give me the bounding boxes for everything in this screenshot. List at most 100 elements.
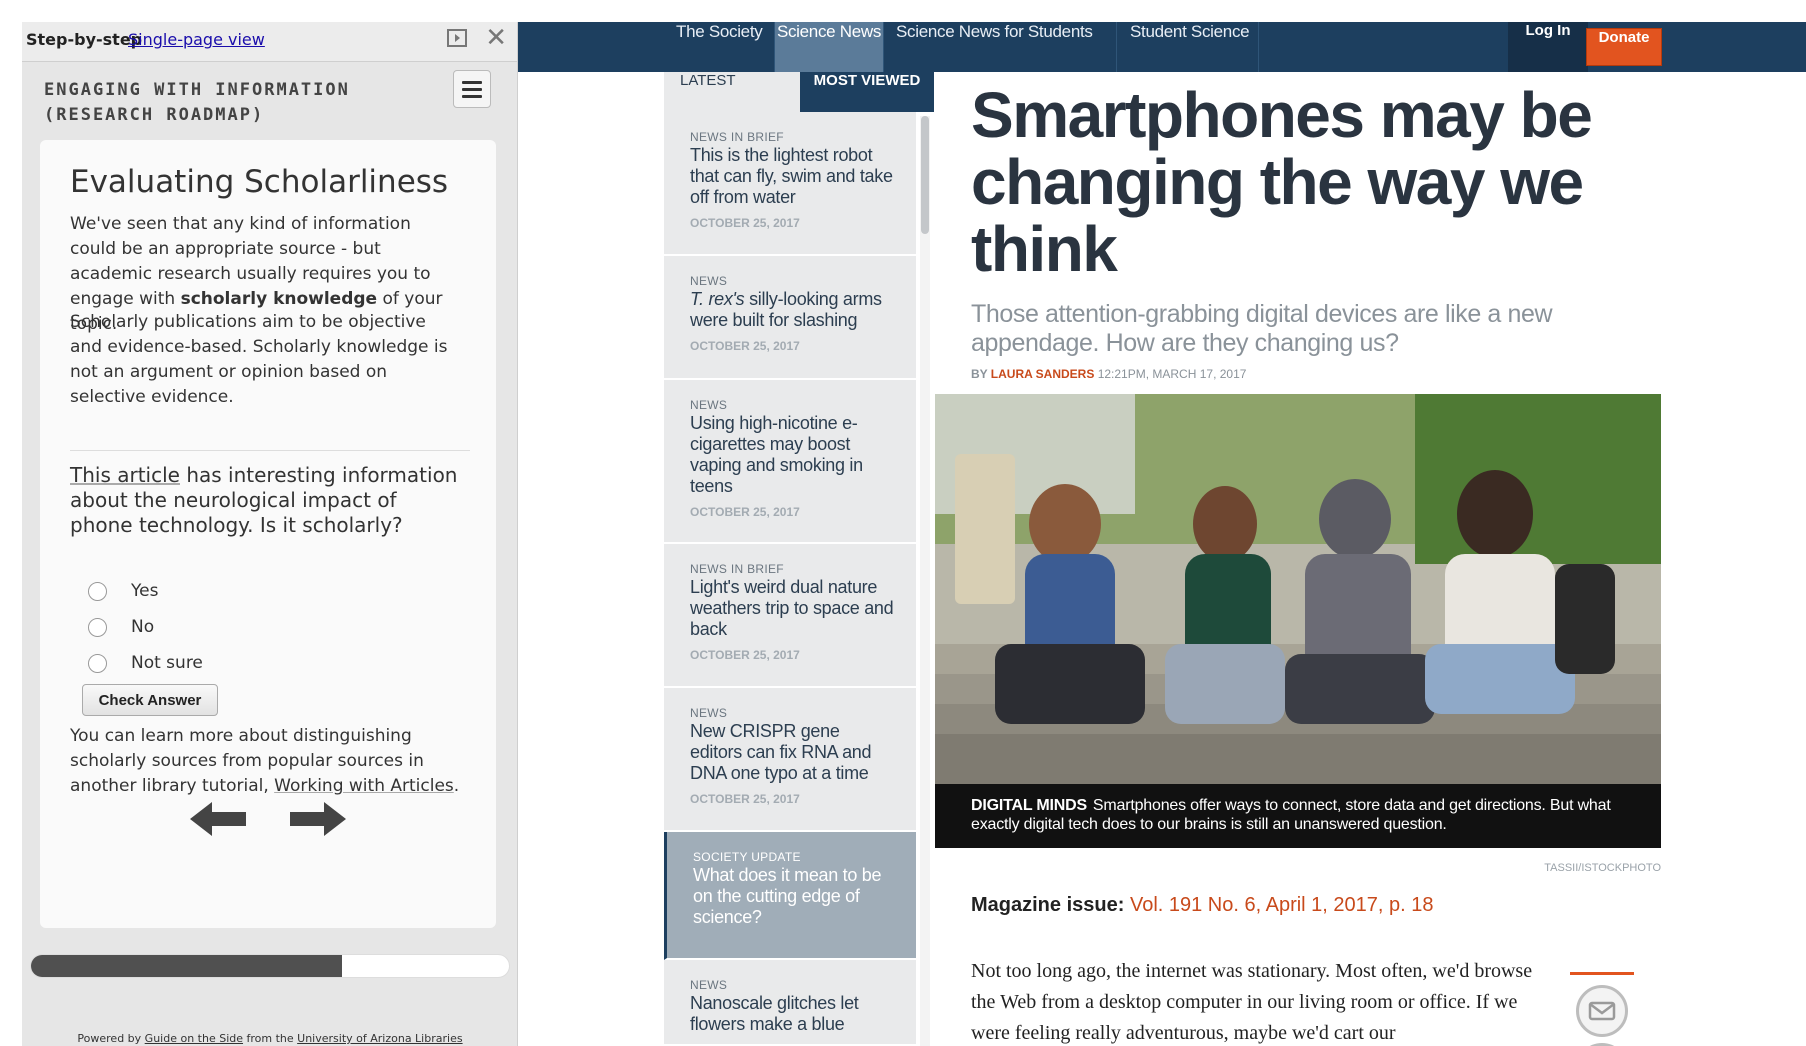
- magazine-label: Magazine issue:: [971, 894, 1125, 916]
- story-list: News in Brief This is the lightest robot…: [664, 112, 916, 1046]
- sidebar-scrollbar[interactable]: [920, 116, 930, 1046]
- magazine-issue-link[interactable]: Vol. 191 No. 6, April 1, 2017, p. 18: [1130, 894, 1434, 916]
- story-date: OCTOBER 25, 2017: [690, 505, 800, 519]
- working-with-articles-link[interactable]: Working with Articles: [274, 776, 454, 796]
- card-heading: Evaluating Scholarliness: [70, 164, 449, 200]
- progress-bar: [30, 954, 510, 978]
- close-icon[interactable]: ✕: [485, 23, 507, 53]
- email-icon: [1588, 1001, 1616, 1021]
- list-item-active[interactable]: Society Update What does it mean to be o…: [664, 832, 916, 960]
- guide-title-line1: ENGAGING WITH INFORMATION: [44, 80, 350, 100]
- radio-not-sure[interactable]: [88, 653, 107, 673]
- site-nav: The Society Science News Science News fo…: [518, 22, 1806, 72]
- guide-panel: Step-by-step Single-page view ✕ ENGAGING…: [22, 22, 518, 1046]
- previous-arrow-icon[interactable]: [190, 802, 246, 836]
- list-item[interactable]: News T. rex's silly-looking arms were bu…: [664, 256, 916, 380]
- list-item[interactable]: News Nanoscale glitches let flowers make…: [664, 960, 916, 1046]
- login-link[interactable]: Log In: [1508, 22, 1588, 72]
- story-title: What does it mean to be on the cutting e…: [693, 865, 882, 927]
- single-page-view-link[interactable]: Single-page view: [128, 30, 265, 49]
- guide-topbar: Step-by-step Single-page view ✕: [22, 22, 517, 62]
- nav-the-society[interactable]: The Society: [676, 22, 763, 72]
- question-text: This article has interesting information…: [70, 463, 462, 538]
- magazine-issue: Magazine issue: Vol. 191 No. 6, April 1,…: [971, 894, 1434, 917]
- learn-more-period: .: [453, 776, 460, 796]
- list-item[interactable]: News Using high-nicotine e-cigarettes ma…: [664, 380, 916, 544]
- photo-caption: DIGITAL MINDS Smartphones offer ways to c…: [935, 784, 1661, 848]
- share-email-button[interactable]: [1576, 985, 1628, 1037]
- most-viewed-sidebar: LATEST MOST VIEWED News in Brief This is…: [664, 72, 934, 1046]
- list-item[interactable]: News in Brief Light's weird dual nature …: [664, 544, 916, 688]
- list-item[interactable]: News New CRISPR gene editors can fix RNA…: [664, 688, 916, 832]
- story-title: T. rex's silly-looking arms were built f…: [690, 289, 896, 331]
- author-link[interactable]: LAURA SANDERS: [991, 367, 1095, 381]
- menu-button[interactable]: [453, 70, 491, 108]
- share-rail: [1570, 972, 1634, 1046]
- intro-bold: scholarly knowledge: [180, 289, 378, 309]
- tab-latest[interactable]: LATEST: [664, 72, 800, 112]
- story-title: This is the lightest robot that can fly,…: [690, 145, 893, 207]
- option-label: Yes: [131, 581, 159, 601]
- article-body: Not too long ago, the internet was stati…: [971, 960, 1533, 1044]
- guide-title: ENGAGING WITH INFORMATION (RESEARCH ROAD…: [44, 78, 424, 128]
- article-dek: Those attention-grabbing digital devices…: [971, 300, 1553, 357]
- nav-science-news[interactable]: Science News: [775, 22, 883, 72]
- guide-titlebar: ENGAGING WITH INFORMATION (RESEARCH ROAD…: [22, 62, 517, 140]
- story-title: Using high-nicotine e-cigarettes may boo…: [690, 413, 863, 496]
- guide-card: Evaluating Scholarliness We've seen that…: [40, 140, 496, 928]
- byline: BY LAURA SANDERS 12:21PM, MARCH 17, 2017: [971, 367, 1246, 381]
- powered-mid: from the: [243, 1032, 298, 1045]
- story-kicker: News: [690, 706, 728, 720]
- hamburger-icon: [462, 81, 482, 84]
- article-headline: Smartphones may be changing the way we t…: [971, 79, 1593, 285]
- byline-by: BY: [971, 367, 991, 381]
- caption-label: DIGITAL MINDS: [971, 797, 1087, 814]
- story-kicker: News in Brief: [690, 562, 784, 576]
- this-article-link[interactable]: This article: [70, 463, 180, 487]
- story-kicker: Society Update: [693, 850, 801, 864]
- story-date: OCTOBER 25, 2017: [690, 339, 800, 353]
- option-no[interactable]: No: [88, 616, 154, 638]
- check-answer-button[interactable]: Check Answer: [82, 684, 218, 716]
- nav-science-news-for-students[interactable]: Science News for Students: [896, 22, 1093, 72]
- radio-yes[interactable]: [88, 581, 107, 601]
- story-kicker: News in Brief: [690, 130, 784, 144]
- sidebar-tabs: LATEST MOST VIEWED: [664, 72, 934, 112]
- next-arrow-icon[interactable]: [290, 802, 346, 836]
- tab-most-viewed[interactable]: MOST VIEWED: [800, 72, 934, 112]
- story-date: OCTOBER 25, 2017: [690, 792, 800, 806]
- option-label: Not sure: [131, 653, 203, 673]
- progress-fill: [31, 955, 342, 977]
- learn-more-paragraph: You can learn more about distinguishing …: [70, 724, 462, 799]
- story-title: Nanoscale glitches let flowers make a bl…: [690, 993, 859, 1034]
- article-photo: [935, 394, 1661, 784]
- popout-icon[interactable]: [447, 29, 467, 47]
- nav-separator: [1258, 22, 1259, 72]
- option-label: No: [131, 617, 155, 637]
- powered-prefix: Powered by: [77, 1032, 145, 1045]
- hamburger-icon: [462, 95, 482, 98]
- nav-separator: [1116, 22, 1117, 72]
- story-title: Light's weird dual nature weathers trip …: [690, 577, 894, 639]
- option-yes[interactable]: Yes: [88, 580, 158, 602]
- radio-no[interactable]: [88, 617, 107, 637]
- story-kicker: News: [690, 274, 728, 288]
- nav-student-science[interactable]: Student Science: [1130, 22, 1250, 72]
- guide-on-the-side-link[interactable]: Guide on the Side: [145, 1032, 243, 1045]
- scholarly-paragraph: Scholarly publications aim to be objecti…: [70, 312, 448, 407]
- story-date: OCTOBER 25, 2017: [690, 648, 800, 662]
- nav-separator: [883, 22, 884, 72]
- university-libraries-link[interactable]: University of Arizona Libraries: [297, 1032, 462, 1045]
- story-title: New CRISPR gene editors can fix RNA and …: [690, 721, 872, 783]
- byline-timestamp: 12:21PM, MARCH 17, 2017: [1094, 367, 1247, 381]
- donate-button[interactable]: Donate: [1586, 28, 1662, 66]
- story-date: OCTOBER 25, 2017: [690, 216, 800, 230]
- hamburger-icon: [462, 88, 482, 91]
- scroll-thumb[interactable]: [921, 116, 929, 234]
- story-title-italic: T. rex's: [690, 289, 745, 309]
- option-not-sure[interactable]: Not sure: [88, 652, 203, 674]
- mode-label: Step-by-step: [26, 30, 143, 49]
- story-kicker: News: [690, 978, 728, 992]
- guide-title-line2: (RESEARCH ROADMAP): [44, 105, 265, 125]
- list-item[interactable]: News in Brief This is the lightest robot…: [664, 112, 916, 256]
